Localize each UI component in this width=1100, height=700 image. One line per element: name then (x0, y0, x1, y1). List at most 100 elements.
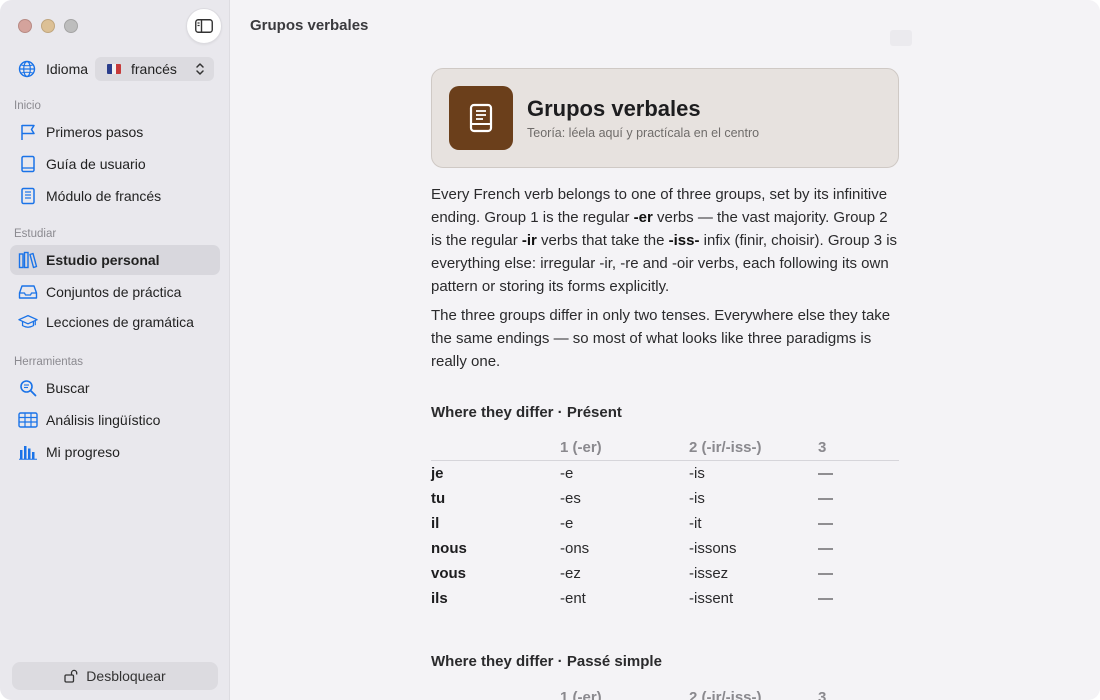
ending-cell: -es (560, 490, 581, 507)
table-icon (18, 412, 38, 428)
conjugation-table-passe-simple: 1 (-er) 2 (-ir/-iss-) 3 (431, 684, 899, 700)
pronoun-cell: je (431, 465, 444, 482)
pronoun-cell: ils (431, 590, 448, 607)
section-title-herramientas: Herramientas (14, 356, 84, 368)
sidebar-item-label: Primeros pasos (46, 124, 144, 140)
article: Grupos verbales Teoría: léela aquí y pra… (431, 68, 899, 700)
hero-card: Grupos verbales Teoría: léela aquí y pra… (431, 68, 899, 168)
book-page-icon (21, 187, 35, 205)
table-row: ils -ent -issent — (431, 586, 899, 611)
table-row: vous -ez -issez — (431, 561, 899, 586)
conjugation-table-present: 1 (-er) 2 (-ir/-iss-) 3 je -e -is — tu -… (431, 435, 899, 611)
unlock-button[interactable]: Desbloquear (12, 662, 218, 690)
header-cell: 2 (-ir/-iss-) (689, 688, 762, 700)
sidebar-item-label: Buscar (46, 380, 90, 396)
book-icon (469, 103, 493, 133)
sidebar-item-buscar[interactable]: Buscar (10, 373, 220, 403)
sidebar-item-modulo-de-frances[interactable]: Módulo de francés (10, 181, 220, 211)
sidebar-item-conjuntos-de-practica[interactable]: Conjuntos de práctica (10, 277, 220, 307)
language-label: Idioma (46, 61, 89, 77)
sidebar-item-guia-de-usuario[interactable]: Guía de usuario (10, 149, 220, 179)
ending-cell: -issez (689, 565, 729, 582)
ending-cell: — (818, 590, 833, 607)
close-window-button[interactable] (18, 19, 32, 33)
table-row: nous -ons -issons — (431, 536, 899, 561)
language-select[interactable]: francés (95, 57, 214, 81)
french-flag-icon (107, 64, 121, 74)
ending-cell: -ons (560, 540, 590, 557)
sidebar-item-label: Lecciones de gramática (46, 314, 194, 330)
book-icon (21, 155, 35, 173)
second-paragraph: The three groups differ in only two tens… (431, 307, 891, 370)
zoom-window-button[interactable] (64, 19, 78, 33)
sidebar-item-analisis-linguistico[interactable]: Análisis lingüístico (10, 405, 220, 435)
section-title-inicio: Inicio (14, 100, 41, 112)
table-title-present: Where they differ · Présent (431, 404, 622, 421)
section-title-estudiar: Estudiar (14, 228, 57, 240)
sidebar: Idioma francés Inicio Primeros pasos Guí… (0, 0, 230, 700)
hero-subtitle: Teoría: léela aquí y practícala en el ce… (527, 126, 760, 140)
ending-cell: -ent (560, 590, 586, 607)
unlock-label: Desbloquear (86, 668, 166, 684)
sidebar-item-label: Estudio personal (46, 252, 160, 268)
language-value: francés (131, 61, 177, 77)
tray-icon (18, 285, 38, 299)
ending-cell: -issent (689, 590, 734, 607)
bold-segment: -iss- (668, 232, 700, 249)
graduation-cap-icon (18, 315, 38, 328)
pronoun-cell: il (431, 515, 440, 532)
sidebar-item-primeros-pasos[interactable]: Primeros pasos (10, 117, 220, 147)
table-header: 1 (-er) 2 (-ir/-iss-) 3 (431, 435, 899, 461)
sidebar-item-lecciones-de-gramatica[interactable]: Lecciones de gramática (10, 307, 220, 337)
ending-cell: — (818, 490, 833, 507)
table-row: je -e -is — (431, 461, 899, 486)
bold-segment: -er (633, 209, 653, 226)
header-cell: 1 (-er) (560, 688, 602, 700)
ending-cell: -is (689, 490, 705, 507)
ending-cell: -e (560, 465, 574, 482)
ending-cell: — (818, 540, 833, 557)
sidebar-item-label: Conjuntos de práctica (46, 284, 182, 300)
hero-title: Grupos verbales (527, 96, 701, 121)
sidebar-toggle-button[interactable] (186, 8, 222, 44)
globe-icon (18, 60, 36, 78)
toolbar-placeholder (890, 30, 912, 46)
chevron-up-down-icon (196, 63, 204, 75)
hero-icon-tile (449, 86, 513, 150)
header-cell: 2 (-ir/-iss-) (689, 439, 762, 456)
ending-cell: -issons (689, 540, 737, 557)
ending-cell: — (818, 465, 833, 482)
ending-cell: -ez (560, 565, 581, 582)
pronoun-cell: tu (431, 490, 446, 507)
pronoun-cell: nous (431, 540, 467, 557)
ending-cell: -is (689, 465, 705, 482)
ending-cell: — (818, 515, 833, 532)
header-cell: 1 (-er) (560, 439, 602, 456)
sidebar-icon (195, 19, 213, 33)
ending-cell: -it (689, 515, 702, 532)
flag-icon (21, 124, 35, 140)
sidebar-item-label: Módulo de francés (46, 188, 162, 204)
header-cell: 3 (818, 688, 827, 700)
bar-chart-icon (19, 446, 37, 460)
unlock-icon (64, 669, 78, 683)
header-cell: 3 (818, 439, 827, 456)
ending-cell: — (818, 565, 833, 582)
language-row: Idioma francés (18, 56, 214, 82)
intro-paragraph: Every French verb belongs to one of thre… (431, 183, 899, 298)
pronoun-cell: vous (431, 565, 467, 582)
table-header: 1 (-er) 2 (-ir/-iss-) 3 (431, 684, 899, 700)
sidebar-item-estudio-personal[interactable]: Estudio personal (10, 245, 220, 275)
page-title: Grupos verbales (250, 17, 369, 34)
books-icon (18, 251, 38, 269)
sidebar-item-label: Guía de usuario (46, 156, 146, 172)
main-content: Grupos verbales Grupos verbales Teoría: … (230, 0, 1100, 700)
sidebar-item-mi-progreso[interactable]: Mi progreso (10, 437, 220, 467)
ending-cell: -e (560, 515, 574, 532)
minimize-window-button[interactable] (41, 19, 55, 33)
app-window: Idioma francés Inicio Primeros pasos Guí… (0, 0, 1100, 700)
bold-segment: -ir (521, 232, 537, 249)
text-segment: verbs that take the (536, 232, 669, 249)
table-row: tu -es -is — (431, 486, 899, 511)
sidebar-item-label: Análisis lingüístico (46, 412, 161, 428)
